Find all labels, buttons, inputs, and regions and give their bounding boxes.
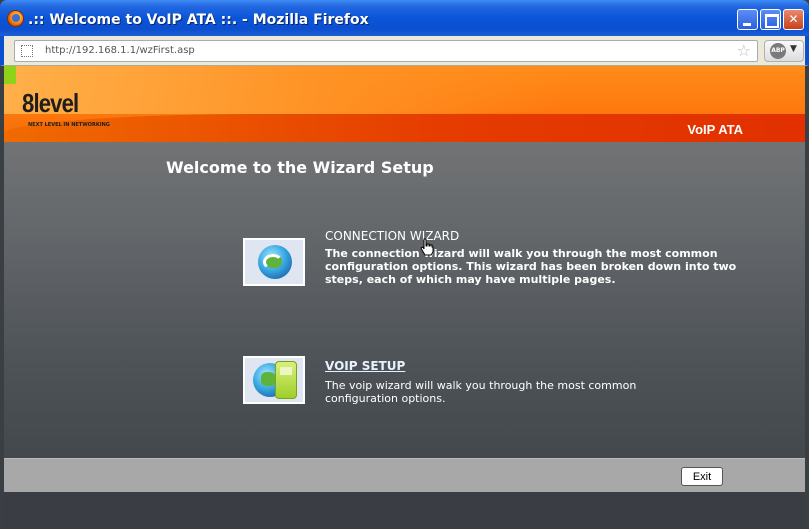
bookmark-star-icon[interactable]: ☆ xyxy=(737,42,751,60)
window-title: .:: Welcome to VoIP ATA ::. - Mozilla Fi… xyxy=(28,12,369,28)
url-text: http://192.168.1.1/wzFirst.asp xyxy=(45,45,195,56)
footer-bar: Exit xyxy=(4,458,805,492)
phone-icon xyxy=(275,361,297,399)
url-bar[interactable]: http://192.168.1.1/wzFirst.asp ☆ xyxy=(14,40,758,62)
connection-wizard-icon[interactable] xyxy=(243,238,305,286)
page-bottom xyxy=(4,492,805,529)
voip-setup-link[interactable]: VOIP SETUP xyxy=(325,359,405,373)
firefox-icon xyxy=(7,10,24,27)
brand-logo: 8level xyxy=(22,88,79,118)
header-highlight xyxy=(4,66,805,114)
navigation-toolbar: http://192.168.1.1/wzFirst.asp ☆ ABP ▼ xyxy=(0,36,809,66)
voip-setup-description: The voip wizard will walk you through th… xyxy=(325,379,637,405)
maximize-button[interactable] xyxy=(760,9,781,30)
page-content: 8level NEXT LEVEL IN NETWORKING VoIP ATA… xyxy=(4,66,805,529)
connection-wizard-link[interactable]: CONNECTION WIZARD xyxy=(325,229,459,243)
exit-button[interactable]: Exit xyxy=(681,467,723,486)
page-icon xyxy=(21,45,33,57)
close-button[interactable]: ✕ xyxy=(783,9,804,30)
hand-cursor-icon xyxy=(420,238,434,256)
adblock-icon: ABP xyxy=(770,43,786,59)
header-band xyxy=(4,114,805,142)
page-title: Welcome to the Wizard Setup xyxy=(166,158,434,177)
adblock-button[interactable]: ABP ▼ xyxy=(764,40,804,62)
refresh-arrow-icon xyxy=(263,254,283,270)
accent-square xyxy=(4,66,16,84)
window-titlebar: .:: Welcome to VoIP ATA ::. - Mozilla Fi… xyxy=(0,0,809,36)
voip-setup-icon[interactable] xyxy=(243,356,305,404)
connection-wizard-description: The connection wizard will walk you thro… xyxy=(325,247,737,286)
chevron-down-icon: ▼ xyxy=(790,44,797,54)
page-header: 8level NEXT LEVEL IN NETWORKING VoIP ATA xyxy=(4,66,805,142)
brand-tagline: NEXT LEVEL IN NETWORKING xyxy=(28,122,110,128)
product-name: VoIP ATA xyxy=(687,122,743,137)
minimize-button[interactable] xyxy=(737,9,758,30)
